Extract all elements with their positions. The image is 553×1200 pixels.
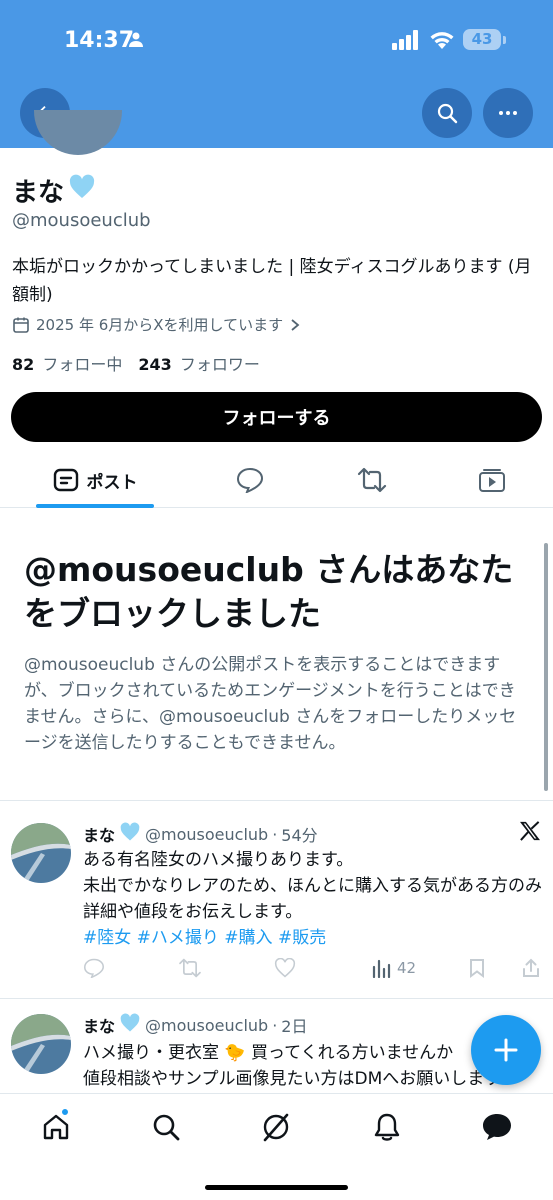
chevron-right-icon bbox=[291, 318, 300, 331]
tweet-line: ある有名陸女のハメ撮りあります。 bbox=[83, 850, 354, 870]
home-icon bbox=[43, 1114, 69, 1140]
reply-icon bbox=[236, 467, 264, 493]
tab-reposts[interactable] bbox=[350, 452, 394, 508]
followers-count: 243 bbox=[138, 355, 172, 374]
reply-button[interactable] bbox=[83, 958, 105, 978]
bottom-navigation bbox=[0, 1093, 553, 1200]
tweet-time: 54分 bbox=[281, 826, 318, 845]
bookmark-button[interactable] bbox=[468, 958, 486, 978]
profile-bio: 本垢がロックかかってしまいました | 陸女ディスコグルあります (月額制) bbox=[12, 257, 532, 305]
cellular-signal-icon bbox=[392, 30, 420, 54]
tweet-line: 値段相談やサンプル画像見たい方はDMへお願いします bbox=[83, 1069, 502, 1089]
separator-dot: · bbox=[272, 824, 278, 844]
blocked-description: @mousoeuclub さんの公開ポストを表示することはできますが、ブロックさ… bbox=[24, 655, 517, 753]
bar-chart-icon bbox=[372, 959, 391, 978]
tab-media[interactable] bbox=[470, 452, 514, 508]
repost-button[interactable] bbox=[178, 958, 202, 978]
nav-messages[interactable] bbox=[480, 1110, 514, 1144]
active-tab-indicator bbox=[36, 504, 154, 508]
media-icon bbox=[479, 469, 505, 492]
tab-replies[interactable] bbox=[228, 452, 272, 508]
like-button[interactable] bbox=[274, 958, 296, 978]
light-blue-heart-icon bbox=[119, 822, 141, 846]
following-label: フォロー中 bbox=[42, 355, 123, 374]
joined-date[interactable]: 2025 年 6月からXを利用しています bbox=[12, 314, 301, 335]
followers-link[interactable]: 243 フォロワー bbox=[138, 351, 260, 375]
divider bbox=[0, 800, 553, 801]
search-button[interactable] bbox=[422, 88, 472, 138]
search-icon bbox=[153, 1114, 180, 1141]
home-notification-dot bbox=[61, 1108, 69, 1116]
followers-label: フォロワー bbox=[179, 355, 260, 374]
tab-posts-label: ポスト bbox=[86, 472, 138, 493]
tweet-line: 未出でかなりレアのため、ほんとに購入する気がある方のみ詳細や値段をお伝えします。 bbox=[83, 876, 542, 922]
x-logo-icon bbox=[519, 821, 541, 845]
divider bbox=[0, 998, 553, 999]
person-icon bbox=[128, 31, 144, 51]
light-blue-heart-icon bbox=[68, 174, 96, 207]
repost-icon bbox=[179, 958, 201, 978]
grok-icon bbox=[263, 1113, 289, 1142]
tweet-text: ある有名陸女のハメ撮りあります。 未出でかなりレアのため、ほんとに購入する気があ… bbox=[83, 847, 543, 951]
follow-stats: 82 フォロー中 243 フォロワー bbox=[12, 351, 260, 375]
bookmark-icon bbox=[470, 959, 484, 978]
battery-tip bbox=[503, 36, 506, 44]
separator-dot: · bbox=[272, 1015, 278, 1035]
share-icon bbox=[523, 958, 539, 977]
views-button[interactable]: 42 bbox=[371, 958, 416, 978]
tweet-avatar[interactable] bbox=[11, 823, 71, 883]
nav-search[interactable] bbox=[149, 1110, 183, 1144]
more-options-button[interactable] bbox=[483, 88, 533, 138]
more-horizontal-icon bbox=[499, 111, 517, 115]
follow-button[interactable]: フォローする bbox=[11, 392, 542, 442]
scrollbar[interactable] bbox=[544, 543, 548, 791]
tweet-header: まな @mousoeuclub · 54分 bbox=[83, 822, 318, 846]
tweet-author-name[interactable]: まな bbox=[83, 1013, 115, 1037]
tweet-avatar[interactable] bbox=[11, 1014, 71, 1074]
search-icon bbox=[437, 103, 458, 124]
tweet-author-name[interactable]: まな bbox=[83, 822, 115, 846]
tweet-header: まな @mousoeuclub · 2日 bbox=[83, 1013, 307, 1037]
compose-button[interactable] bbox=[471, 1015, 541, 1085]
plus-icon bbox=[494, 1038, 518, 1062]
tweet-author-handle[interactable]: @mousoeuclub bbox=[145, 825, 268, 844]
nav-home[interactable] bbox=[39, 1110, 73, 1144]
profile-tabs: ポスト bbox=[0, 452, 553, 508]
share-button[interactable] bbox=[521, 958, 541, 978]
tweet-actions: 42 bbox=[83, 958, 543, 986]
battery-indicator: 43 bbox=[463, 29, 501, 50]
profile-name: まな bbox=[12, 172, 96, 209]
calendar-icon bbox=[13, 317, 29, 333]
profile-avatar[interactable] bbox=[34, 110, 122, 155]
tweet-author-handle[interactable]: @mousoeuclub bbox=[145, 1016, 268, 1035]
wifi-icon bbox=[429, 28, 455, 54]
bell-icon bbox=[374, 1113, 400, 1141]
chat-bubble-icon bbox=[483, 1114, 511, 1140]
profile-screen: 14:37 43 まな @mousoeuclub 本垢がロックかかってしまいまし… bbox=[0, 0, 553, 1200]
nav-grok[interactable] bbox=[259, 1110, 293, 1144]
tweet-time: 2日 bbox=[281, 1017, 308, 1036]
blocked-title: @mousoeuclub さんはあなたをブロックしました bbox=[24, 550, 514, 633]
following-link[interactable]: 82 フォロー中 bbox=[12, 351, 122, 375]
tweet-hashtags[interactable]: #陸女 #ハメ撮り #購入 #販売 bbox=[83, 925, 543, 951]
following-count: 82 bbox=[12, 355, 35, 374]
light-blue-heart-icon bbox=[119, 1013, 141, 1037]
profile-handle: @mousoeuclub bbox=[12, 210, 151, 231]
joined-date-text: 2025 年 6月からXを利用しています bbox=[36, 316, 284, 334]
reply-icon bbox=[83, 958, 105, 978]
repost-icon bbox=[357, 467, 387, 493]
nav-notifications[interactable] bbox=[370, 1110, 404, 1144]
profile-name-text: まな bbox=[12, 178, 65, 208]
status-time: 14:37 bbox=[64, 28, 135, 53]
heart-icon bbox=[274, 958, 296, 978]
tab-posts[interactable]: ポスト bbox=[36, 452, 154, 508]
post-icon bbox=[53, 468, 78, 492]
view-count: 42 bbox=[397, 959, 417, 977]
home-indicator bbox=[205, 1185, 348, 1190]
